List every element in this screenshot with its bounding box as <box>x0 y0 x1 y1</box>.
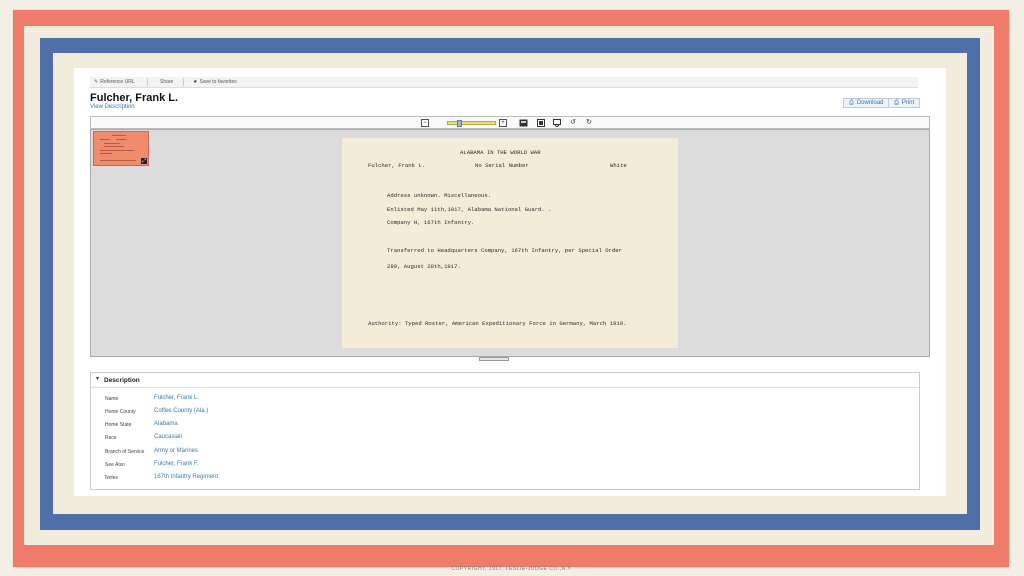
fullscreen-icon[interactable] <box>553 119 561 128</box>
copyright-text: COPYRIGHT, 1917, LESLIE-JUDGE CO.,N.Y. <box>451 566 573 572</box>
image-viewer[interactable]: ⤢ ALABAMA IN THE WORLD WAR Fulcher, Fran… <box>90 129 930 357</box>
thumb-line <box>100 160 136 161</box>
record-title: Fulcher, Frank L. <box>90 92 179 104</box>
card-serial: No Serial Number <box>475 162 529 169</box>
print-label: Print <box>901 100 915 106</box>
thumb-line <box>100 153 112 154</box>
record-card-image: ALABAMA IN THE WORLD WAR Fulcher, Frank … <box>342 138 678 348</box>
description-value-link[interactable]: Fulcher, Frank L. <box>154 395 199 401</box>
zoom-out-icon[interactable]: − <box>421 119 429 127</box>
print-button[interactable]: ⎙ Print <box>888 98 921 108</box>
card-name: Fulcher, Frank L. <box>368 162 426 169</box>
top-toolbar: ✎ Reference URL Share ★ Save to favorite… <box>90 77 918 88</box>
share-link[interactable]: Share <box>160 79 173 85</box>
thumb-line <box>112 135 126 136</box>
description-label: Name <box>105 396 119 402</box>
description-label: See Also <box>105 462 125 468</box>
download-label: Download <box>856 100 884 106</box>
card-heading: ALABAMA IN THE WORLD WAR <box>460 149 541 156</box>
description-label: Branch of Service <box>105 449 145 455</box>
record-page: ✎ Reference URL Share ★ Save to favorite… <box>74 68 946 496</box>
description-label: Notes <box>105 475 119 481</box>
thumb-line <box>100 139 110 140</box>
share-label: Share <box>160 79 174 85</box>
save-favorites-link[interactable]: ★ Save to favorites <box>193 79 237 85</box>
download-button[interactable]: ⎙ Download <box>843 98 890 108</box>
thumb-line <box>104 143 120 144</box>
printer-icon: ⎙ <box>894 99 899 106</box>
description-label: Race <box>105 435 117 441</box>
description-label: Home State <box>105 422 132 428</box>
thumb-line <box>104 146 124 147</box>
expand-icon[interactable]: ⤢ <box>141 158 147 164</box>
card-authority: Authority: Typed Roster, American Expedi… <box>368 320 627 327</box>
save-favorites-label: Save to favorites <box>199 79 237 85</box>
description-panel: ▼ Description Name Fulcher, Frank L. Home … <box>90 372 920 490</box>
resize-handle[interactable] <box>479 357 509 361</box>
card-line: 289, August 28th,1917. <box>387 263 461 270</box>
view-description-link[interactable]: View Description <box>90 104 135 110</box>
pencil-icon: ✎ <box>94 79 99 85</box>
card-line: Transferred to Headquarters Company, 167… <box>387 247 622 254</box>
caret-down-icon: ▼ <box>95 376 100 382</box>
thumb-line <box>116 139 126 140</box>
description-value-link[interactable]: Coffee County (Ala.) <box>154 408 208 414</box>
toolbar-divider <box>147 78 148 86</box>
description-title: Description <box>104 377 140 384</box>
card-line: Company H, 167th Infantry. <box>387 219 475 226</box>
rotate-right-icon[interactable]: ↻ <box>585 119 593 127</box>
thumbnail-navigator[interactable]: ⤢ <box>93 131 149 166</box>
zoom-slider-handle[interactable] <box>457 120 462 127</box>
description-label: Home County <box>105 409 136 415</box>
description-value-link[interactable]: Army or Marines <box>154 448 198 454</box>
card-line: Enlisted May 11th,1917, Alabama National… <box>387 206 552 213</box>
card-line: Address unknown. Miscellaneous. <box>387 192 492 199</box>
thumb-line <box>100 150 134 151</box>
zoom-in-icon[interactable]: + <box>499 119 507 127</box>
toolbar-divider <box>183 78 184 86</box>
description-value-link[interactable]: Alabama <box>154 421 178 427</box>
reference-url-link[interactable]: ✎ Reference URL <box>94 79 135 85</box>
fit-width-icon[interactable] <box>537 119 545 127</box>
description-header[interactable]: ▼ Description <box>91 373 919 388</box>
reference-url-label: Reference URL <box>100 79 135 85</box>
description-value-link[interactable]: Caucasian <box>154 434 182 440</box>
fit-window-icon[interactable] <box>519 119 528 127</box>
description-value-link[interactable]: 167th Infantry Regiment <box>154 474 218 480</box>
rotate-left-icon[interactable]: ↺ <box>569 119 577 127</box>
star-icon: ★ <box>193 79 198 85</box>
download-icon: ⎙ <box>849 99 854 106</box>
viewer-toolbar: − + ↺ ↻ <box>90 116 930 129</box>
card-race: White <box>610 162 627 169</box>
zoom-slider[interactable] <box>447 120 496 127</box>
description-value-link[interactable]: Fulcher, Frank F. <box>154 461 199 467</box>
